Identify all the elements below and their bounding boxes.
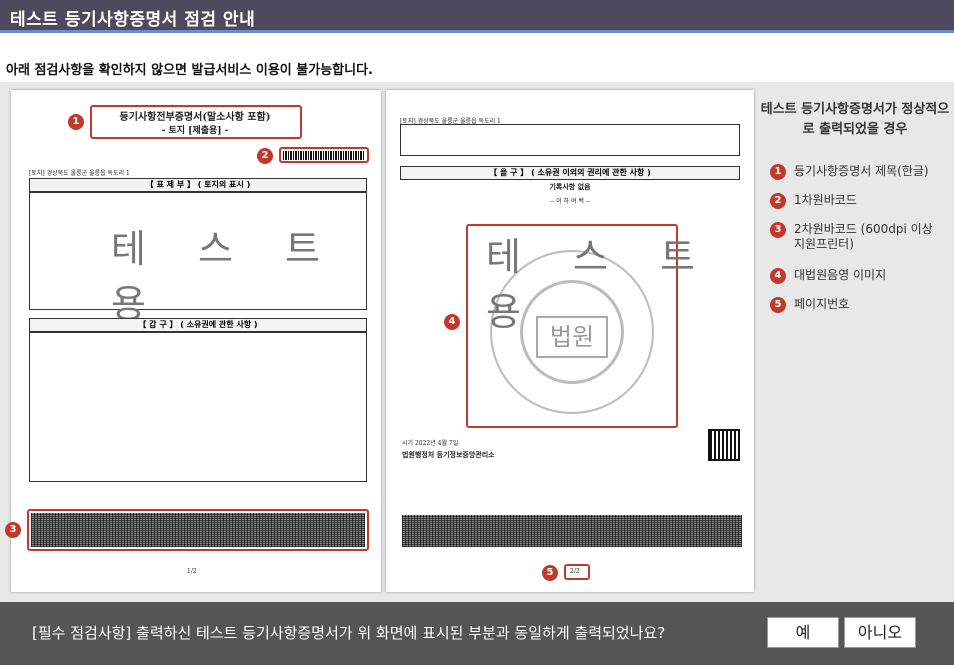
- page-title: 테스트 등기사항증명서 점검 안내: [10, 10, 256, 30]
- legend-marker: 4: [770, 268, 786, 284]
- page-number-2: 2/2: [570, 568, 580, 575]
- test-watermark: 테 스 트 용: [111, 227, 341, 326]
- end-of-record: -- 이 하 여 백 --: [550, 198, 590, 205]
- document-page-2: [토지] 경상북도 울릉군 울릉읍 독도리 1 【 을 구 】 ( 소유권 이외…: [386, 90, 754, 592]
- ownership-table: [29, 332, 367, 482]
- legend-label: 페이지번호: [794, 297, 850, 311]
- marker-5: 5: [542, 565, 558, 581]
- no-record-text: 기록사항 없음: [549, 182, 591, 191]
- document-title: 등기사항전부증명서(말소사항 포함): [119, 112, 271, 123]
- issue-date: 시기 2022년 4월 7일: [402, 440, 459, 447]
- yes-button[interactable]: 예: [767, 617, 839, 648]
- barcode-1d: [283, 151, 365, 160]
- confirmation-question: [필수 점검사항] 출력하신 테스트 등기사항증명서가 위 화면에 표시된 부분…: [32, 624, 666, 642]
- marker-1: 1: [68, 114, 84, 130]
- legend-marker: 3: [770, 222, 786, 238]
- legend-item-barcode-1d: 2 1차원바코드: [770, 193, 857, 209]
- marker-3: 3: [5, 522, 21, 538]
- title-bar: 테스트 등기사항증명서 점검 안내: [0, 0, 954, 33]
- document-page-1: 1 등기사항전부증명서(말소사항 포함) - 토지 [제출용] - 2 [토지]…: [5, 90, 381, 592]
- qr-code: [708, 429, 740, 461]
- preview-area: 1 등기사항전부증명서(말소사항 포함) - 토지 [제출용] - 2 [토지]…: [0, 82, 954, 602]
- section-header-b: 【 갑 구 】 ( 소유권에 관한 사항 ): [29, 318, 367, 332]
- legend-item-page-number: 5 페이지번호: [770, 297, 849, 313]
- document-subtitle: - 토지 [제출용] -: [161, 126, 229, 136]
- marker-4: 4: [444, 314, 460, 330]
- notice-text: 아래 점검사항을 확인하지 않으면 발급서비스 이용이 불가능합니다.: [6, 63, 373, 78]
- document-location: [토지] 경상북도 울릉군 울릉읍 독도리 1: [29, 170, 130, 177]
- legend-item-court-seal: 4 대법원음영 이미지: [770, 268, 886, 284]
- issuer-text: 법원행정처 등기정보중앙관리소: [402, 450, 495, 459]
- test-watermark-2: 테 스 트 용: [486, 235, 716, 334]
- section-header-c: 【 을 구 】 ( 소유권 이외의 권리에 관한 사항 ): [400, 166, 740, 180]
- no-button[interactable]: 아니오: [844, 617, 916, 648]
- legend-marker: 2: [770, 193, 786, 209]
- legend-marker: 1: [770, 164, 786, 180]
- confirmation-bar: [필수 점검사항] 출력하신 테스트 등기사항증명서가 위 화면에 표시된 부분…: [0, 602, 954, 665]
- marker-2: 2: [257, 148, 273, 164]
- legend-marker: 5: [770, 297, 786, 313]
- barcode-2d-page-2: [402, 515, 742, 547]
- legend-label: 등기사항증명서 제목(한글): [794, 164, 929, 178]
- legend-label: 2차원바코드 (600dpi 이상 지원프린터): [794, 222, 933, 251]
- section-header-a: 【 표 제 부 】 ( 토지의 표시 ): [29, 178, 367, 192]
- page-number-1: 1/2: [187, 568, 197, 575]
- legend-panel: 테스트 등기사항증명서가 정상적으로 출력되었을 경우 1 등기사항증명서 제목(…: [756, 82, 954, 602]
- legend-item-title: 1 등기사항증명서 제목(한글): [770, 164, 929, 180]
- barcode-2d: [31, 513, 365, 547]
- summary-table: [400, 124, 740, 156]
- legend-label: 대법원음영 이미지: [794, 268, 887, 282]
- legend-item-barcode-2d: 3 2차원바코드 (600dpi 이상 지원프린터): [770, 222, 934, 252]
- legend-label: 1차원바코드: [794, 193, 857, 207]
- legend-title: 테스트 등기사항증명서가 정상적으로 출력되었을 경우: [760, 102, 950, 137]
